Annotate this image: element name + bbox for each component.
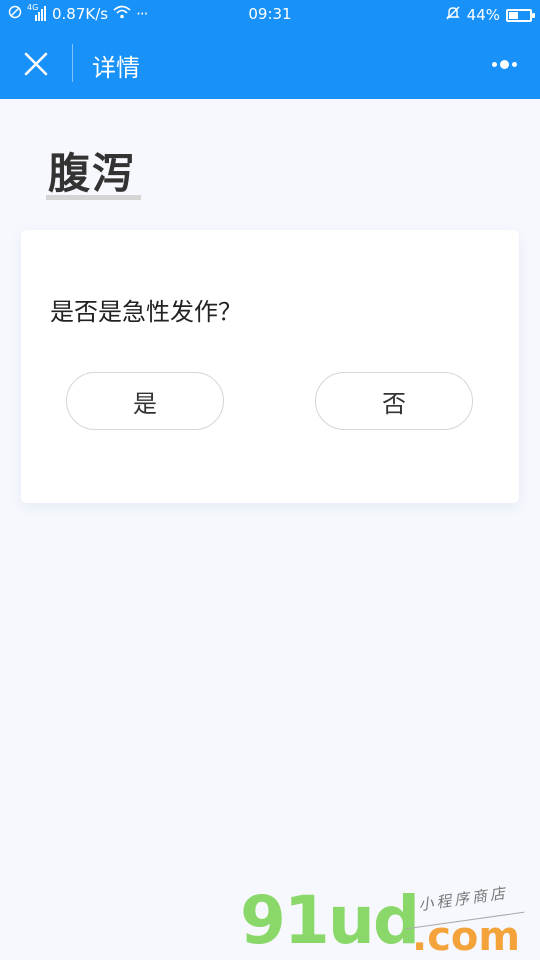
battery-percent: 44%	[466, 6, 500, 24]
battery-fill	[509, 11, 518, 19]
yes-button[interactable]: 是	[66, 372, 224, 430]
watermark: 91ud .com 小程序商店	[240, 880, 540, 960]
watermark-logo: 91ud	[240, 882, 420, 959]
title-underline	[46, 195, 141, 200]
battery-icon	[506, 8, 535, 22]
watermark-logo-suffix: .com	[412, 914, 521, 960]
status-right: 44%	[445, 5, 535, 25]
page-title: 腹泻	[48, 149, 137, 198]
mute-bell-icon	[445, 5, 461, 25]
nav-title: 详情	[92, 54, 140, 82]
watermark-tagline: 小程序商店	[417, 883, 509, 915]
no-button[interactable]: 否	[315, 372, 473, 430]
question-card: 是否是急性发作？ 是 否	[21, 230, 519, 503]
top-bar: 4G 0.87K/s ··· 09:31 44% 详情	[0, 0, 540, 99]
navigation-bar: 详情	[0, 30, 540, 99]
question-text: 是否是急性发作？	[50, 298, 242, 326]
nav-divider	[72, 44, 73, 82]
more-dot-icon	[499, 59, 509, 69]
close-button[interactable]	[14, 42, 58, 86]
status-bar: 4G 0.87K/s ··· 09:31 44%	[0, 0, 540, 30]
more-dot-icon	[491, 61, 497, 67]
close-icon	[24, 52, 48, 76]
more-dot-icon	[511, 61, 517, 67]
more-options-button[interactable]	[482, 50, 526, 78]
